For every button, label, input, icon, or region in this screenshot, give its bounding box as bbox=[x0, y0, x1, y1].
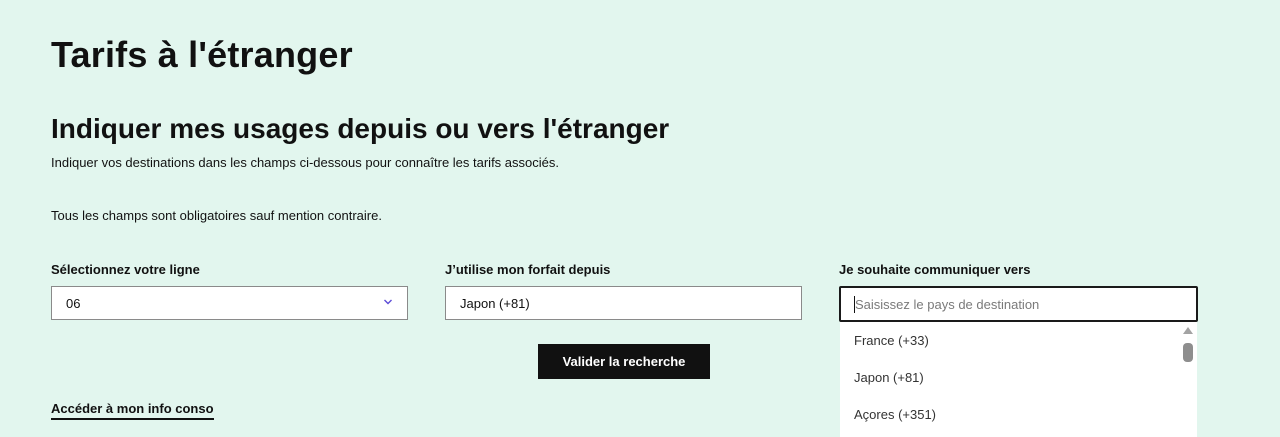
line-select[interactable]: 06 bbox=[51, 286, 408, 320]
section-title: Indiquer mes usages depuis ou vers l'étr… bbox=[51, 113, 670, 144]
suggestion-option[interactable]: Japon (+81) bbox=[840, 359, 1197, 396]
origin-country-value: Japon (+81) bbox=[460, 295, 530, 311]
destination-country-label: Je souhaite communiquer vers bbox=[839, 262, 1031, 277]
dropdown-scrollbar[interactable] bbox=[1181, 322, 1195, 437]
intro-text: Indiquer vos destinations dans les champ… bbox=[51, 155, 559, 170]
line-select-value: 06 bbox=[66, 295, 81, 311]
page-title: Tarifs à l'étranger bbox=[51, 34, 353, 75]
submit-search-button[interactable]: Valider la recherche bbox=[538, 344, 710, 379]
info-conso-link[interactable]: Accéder à mon info conso bbox=[51, 401, 214, 420]
scrollbar-thumb[interactable] bbox=[1183, 343, 1193, 362]
origin-country-field[interactable]: Japon (+81) bbox=[445, 286, 802, 320]
origin-country-label: J’utilise mon forfait depuis bbox=[445, 262, 611, 277]
scroll-up-arrow-icon[interactable] bbox=[1183, 327, 1193, 334]
text-caret bbox=[854, 296, 855, 313]
destination-search-field[interactable] bbox=[839, 286, 1198, 322]
line-select-label: Sélectionnez votre ligne bbox=[51, 262, 200, 277]
chevron-down-icon[interactable] bbox=[383, 297, 393, 307]
suggestion-option[interactable]: Açores (+351) bbox=[840, 396, 1197, 433]
suggestion-option[interactable]: France (+33) bbox=[840, 322, 1197, 359]
destination-search-input[interactable] bbox=[855, 296, 1175, 312]
required-fields-note: Tous les champs sont obligatoires sauf m… bbox=[51, 208, 382, 223]
destination-suggestions-list: France (+33) Japon (+81) Açores (+351) bbox=[840, 322, 1197, 437]
